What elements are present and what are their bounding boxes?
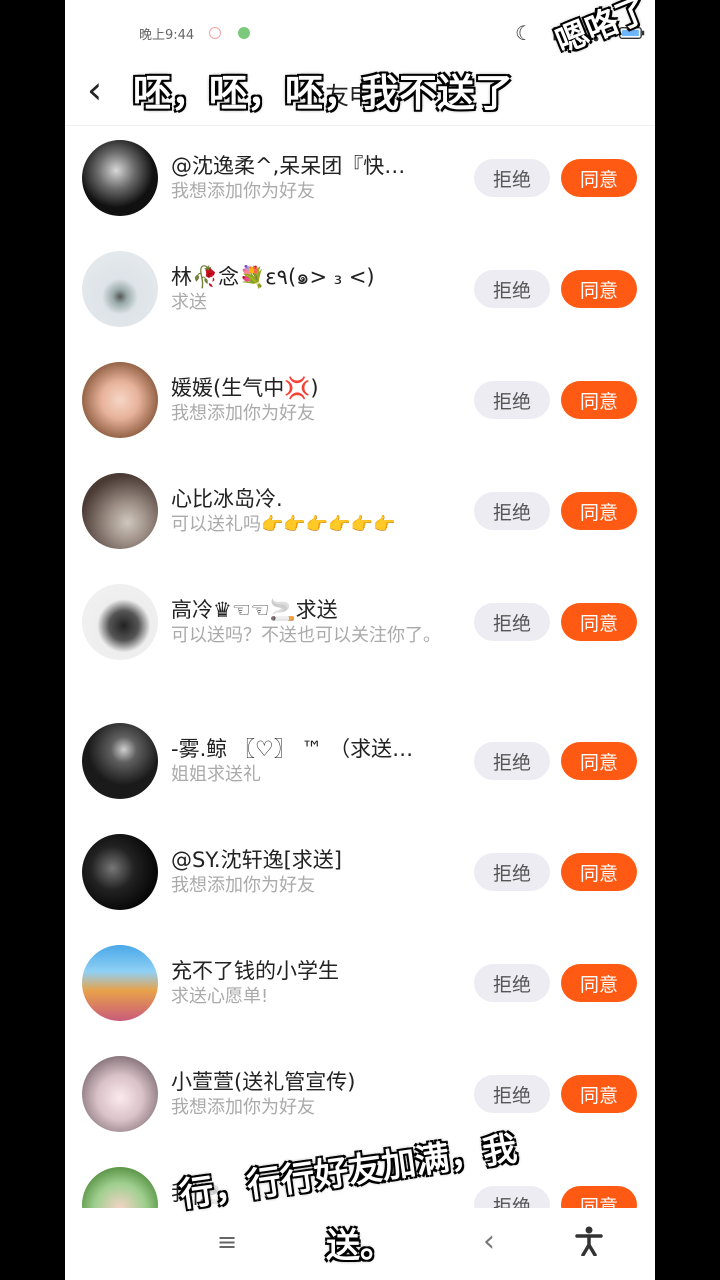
list-item: 充不了钱的小学生 求送心愿单! 拒绝 同意 bbox=[65, 931, 655, 1042]
accept-button[interactable]: 同意 bbox=[561, 603, 637, 641]
moon-icon: ☾ bbox=[515, 21, 533, 45]
avatar[interactable] bbox=[82, 140, 158, 216]
accept-button[interactable]: 同意 bbox=[561, 381, 637, 419]
request-message: 我想添加你为好友 bbox=[171, 875, 315, 896]
avatar[interactable] bbox=[82, 1056, 158, 1132]
app-notification-icon bbox=[238, 27, 250, 39]
subtitle-bottom-line2: 送。 bbox=[326, 1226, 394, 1266]
request-message: 我想添加你为好友 bbox=[171, 1097, 315, 1118]
list-item: 高冷♛☜☜🚬求送 可以送吗？不送也可以关注你了。 拒绝 同意 bbox=[65, 570, 655, 709]
request-message: 可以送吗？不送也可以关注你了。 bbox=[171, 625, 441, 646]
accept-button[interactable]: 同意 bbox=[561, 742, 637, 780]
back-arrow-icon[interactable]: ‹ bbox=[87, 70, 102, 110]
accept-button[interactable]: 同意 bbox=[561, 159, 637, 197]
avatar[interactable] bbox=[82, 362, 158, 438]
accessibility-icon[interactable] bbox=[575, 1226, 603, 1264]
subtitle-top: 呸，呸，呸，我不送了 bbox=[133, 71, 514, 115]
reject-button[interactable]: 拒绝 bbox=[474, 270, 550, 308]
avatar[interactable] bbox=[82, 723, 158, 799]
reject-button[interactable]: 拒绝 bbox=[474, 853, 550, 891]
request-message: 姐姐求送礼 bbox=[171, 764, 261, 785]
avatar[interactable] bbox=[82, 834, 158, 910]
menu-icon[interactable]: ≡ bbox=[217, 1228, 237, 1256]
reject-button[interactable]: 拒绝 bbox=[474, 492, 550, 530]
avatar[interactable] bbox=[82, 584, 158, 660]
friend-request-list: @沈逸柔^,呆呆团『快… 我想添加你为好友 拒绝 同意 林🥀念💐ε٩(๑> ₃ … bbox=[65, 126, 655, 1264]
nav-back-icon[interactable]: ‹ bbox=[483, 1224, 495, 1259]
list-item: -雾.鲸 〖♡〗 ™ （求送… 姐姐求送礼 拒绝 同意 bbox=[65, 709, 655, 820]
list-item: 林🥀念💐ε٩(๑> ₃ <) 求送 拒绝 同意 bbox=[65, 237, 655, 348]
status-time: 晚上9:44 bbox=[139, 28, 195, 43]
notification-icon bbox=[209, 27, 221, 39]
list-item: 心比冰岛冷. 可以送礼吗👉👉👉👉👉👉 拒绝 同意 bbox=[65, 459, 655, 570]
avatar[interactable] bbox=[82, 473, 158, 549]
reject-button[interactable]: 拒绝 bbox=[474, 1075, 550, 1113]
accept-button[interactable]: 同意 bbox=[561, 964, 637, 1002]
request-message: 我想添加你为好友 bbox=[171, 181, 315, 202]
list-item: @沈逸柔^,呆呆团『快… 我想添加你为好友 拒绝 同意 bbox=[65, 126, 655, 237]
request-message: 我想添加你为好友 bbox=[171, 403, 315, 424]
request-message: 求送心愿单! bbox=[171, 986, 269, 1007]
accept-button[interactable]: 同意 bbox=[561, 270, 637, 308]
request-message: 可以送礼吗👉👉👉👉👉👉 bbox=[171, 514, 396, 535]
request-message: 求送 bbox=[171, 292, 207, 313]
reject-button[interactable]: 拒绝 bbox=[474, 159, 550, 197]
avatar[interactable] bbox=[82, 251, 158, 327]
list-item: @SY.沈轩逸[求送] 我想添加你为好友 拒绝 同意 bbox=[65, 820, 655, 931]
avatar[interactable] bbox=[82, 945, 158, 1021]
list-item: 媛媛(生气中💢) 我想添加你为好友 拒绝 同意 bbox=[65, 348, 655, 459]
reject-button[interactable]: 拒绝 bbox=[474, 742, 550, 780]
reject-button[interactable]: 拒绝 bbox=[474, 381, 550, 419]
accept-button[interactable]: 同意 bbox=[561, 492, 637, 530]
accept-button[interactable]: 同意 bbox=[561, 853, 637, 891]
accept-button[interactable]: 同意 bbox=[561, 1075, 637, 1113]
list-item: 小萱萱(送礼管宣传) 我想添加你为好友 拒绝 同意 bbox=[65, 1042, 655, 1153]
reject-button[interactable]: 拒绝 bbox=[474, 603, 550, 641]
phone-screen: 晚上9:44 ☾ ⊠ ‹ 好友申请 @沈逸柔^,呆呆团『快… 我想添加你为好友 … bbox=[65, 0, 655, 1280]
reject-button[interactable]: 拒绝 bbox=[474, 964, 550, 1002]
